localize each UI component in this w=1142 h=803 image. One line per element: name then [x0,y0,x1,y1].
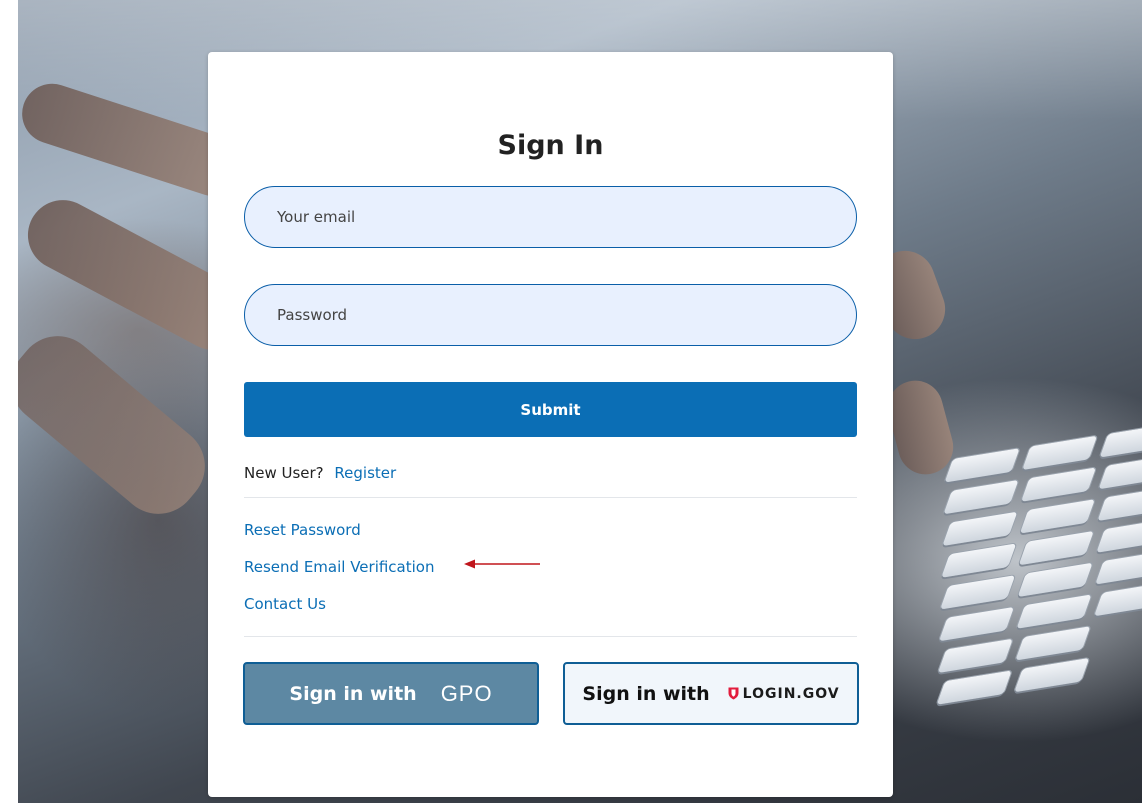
gpo-button-label: Sign in with [289,682,417,705]
keyboard-key [1018,530,1094,566]
keyboard-key [1016,594,1092,629]
keyboard-key [1017,562,1093,598]
contact-us-link[interactable]: Contact Us [244,594,434,631]
sign-in-with-login-gov-button[interactable]: Sign in with LOGIN.GOV [563,662,859,725]
signin-card: Sign In Submit New User? Register Reset … [208,52,893,797]
keyboard-key [1022,435,1098,471]
page-title: Sign In [497,130,604,161]
keyboard-key [1015,626,1091,661]
register-link[interactable]: Register [334,464,396,482]
keyboard-key [1095,550,1142,585]
background-finger [18,319,222,531]
keyboard-key [942,511,1018,547]
sign-in-with-gpo-button[interactable]: Sign in with GPO [243,662,539,725]
left-arrow-icon [464,559,540,569]
keyboard-key [1093,581,1142,617]
keyboard-key [1096,518,1142,553]
background-finger [881,374,960,481]
keyboard-key [943,479,1019,515]
shield-icon [728,687,739,700]
keyboard-key [938,606,1015,642]
keyboard-key [937,638,1013,674]
login-gov-logo: LOGIN.GOV [742,685,840,702]
keyboard-key [944,448,1020,483]
submit-button[interactable]: Submit [244,382,857,437]
password-field[interactable] [244,284,857,346]
keyboard-key [941,543,1017,578]
email-field[interactable] [244,186,857,248]
keyboard-key [1099,423,1142,458]
account-links: Reset Password Resend Email Verification… [244,520,434,631]
keyboard-key [1019,499,1096,534]
keyboard-key [936,670,1012,705]
divider [244,636,857,637]
keyboard-key [1020,467,1097,502]
divider [244,497,857,498]
new-user-label: New User? [244,464,324,482]
gpo-logo: GPO [440,680,493,706]
keyboard-key [940,575,1016,610]
keyboard-key [1014,657,1090,693]
keyboard-key [1097,486,1142,522]
keyboard-key [1098,454,1142,490]
new-user-row: New User? Register [244,464,396,482]
resend-email-verification-link[interactable]: Resend Email Verification [244,557,434,594]
login-gov-button-label: Sign in with [582,682,710,705]
reset-password-link[interactable]: Reset Password [244,520,434,557]
